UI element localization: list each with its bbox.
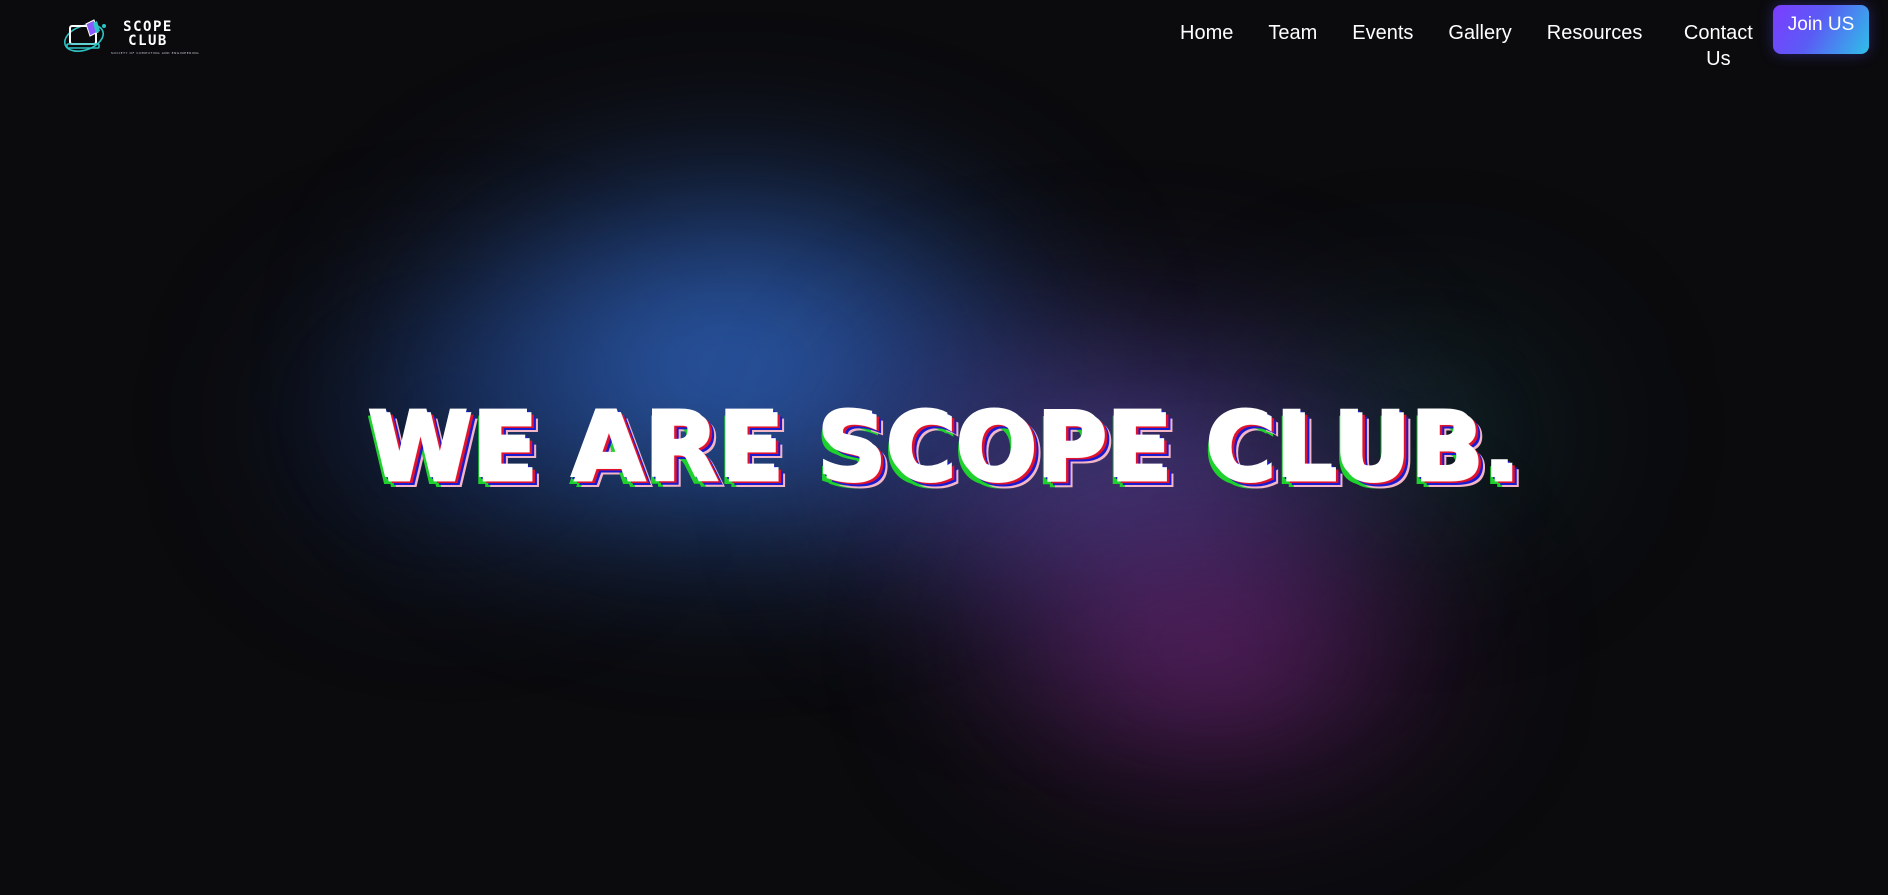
brand-logo[interactable]: SCOPE CLUB SOCIETY OF COMPUTING AND ENGI…	[62, 14, 200, 62]
nav-item-team[interactable]: Team	[1268, 20, 1317, 46]
background-glow-blue	[380, 150, 1080, 580]
brand-name-line2: CLUB	[128, 33, 168, 49]
brand-name-line1: SCOPE	[123, 19, 173, 35]
brand-tagline: SOCIETY OF COMPUTING AND ENGINEERING	[111, 51, 200, 55]
join-us-button[interactable]: Join US	[1773, 5, 1869, 54]
join-us-label: Join US	[1787, 14, 1855, 35]
nav-item-contact-us[interactable]: Contact Us	[1677, 20, 1759, 72]
main-nav: Home Team Events Gallery Resources Conta…	[1180, 20, 1759, 72]
hero-section: WE ARE SCOPE CLUB.	[369, 395, 1530, 515]
nav-item-resources[interactable]: Resources	[1547, 20, 1643, 46]
nav-item-events[interactable]: Events	[1352, 20, 1413, 46]
brand-name: SCOPE CLUB	[112, 20, 184, 48]
landing-page: SCOPE CLUB SOCIETY OF COMPUTING AND ENGI…	[0, 0, 1888, 895]
nav-item-gallery[interactable]: Gallery	[1448, 20, 1511, 46]
laptop-orbit-icon	[63, 19, 106, 52]
nav-item-home[interactable]: Home	[1180, 20, 1233, 46]
hero-title: WE ARE SCOPE CLUB.	[369, 395, 1523, 505]
background-glow-magenta	[950, 500, 1470, 800]
site-header: SCOPE CLUB SOCIETY OF COMPUTING AND ENGI…	[0, 0, 1888, 80]
